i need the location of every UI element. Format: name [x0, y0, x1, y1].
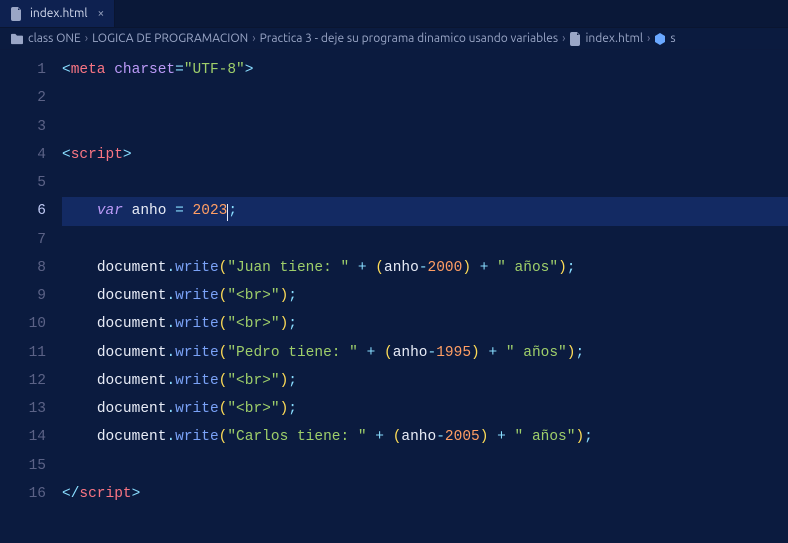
- breadcrumb-item[interactable]: index.html: [570, 32, 644, 46]
- breadcrumb-item[interactable]: s: [654, 32, 675, 45]
- chevron-right-icon: ›: [562, 32, 565, 45]
- code-line[interactable]: document.write("Carlos tiene: " + (anho-…: [62, 423, 788, 451]
- breadcrumb-label: index.html: [586, 32, 644, 45]
- code-line[interactable]: document.write("Pedro tiene: " + (anho-1…: [62, 339, 788, 367]
- code-editor[interactable]: 1 2 3 4 5 6 7 8 9 10 11 12 13 14 15 16 <…: [0, 50, 788, 543]
- code-line[interactable]: document.write("<br>");: [62, 367, 788, 395]
- code-area[interactable]: <meta charset="UTF-8"> <script> var anho…: [62, 50, 788, 543]
- breadcrumb-item[interactable]: Practica 3 - deje su programa dinamico u…: [260, 32, 559, 45]
- chevron-right-icon: ›: [85, 32, 88, 45]
- code-line[interactable]: <script>: [62, 141, 788, 169]
- line-number: 5: [0, 169, 46, 197]
- tab-index-html[interactable]: index.html ×: [0, 0, 115, 27]
- line-number: 10: [0, 310, 46, 338]
- code-line[interactable]: [62, 113, 788, 141]
- close-icon[interactable]: ×: [98, 7, 105, 20]
- code-line[interactable]: document.write("<br>");: [62, 310, 788, 338]
- breadcrumb-label: LOGICA DE PROGRAMACION: [92, 32, 248, 45]
- code-line[interactable]: [62, 226, 788, 254]
- breadcrumb-label: Practica 3 - deje su programa dinamico u…: [260, 32, 559, 45]
- line-number: 11: [0, 339, 46, 367]
- line-number: 4: [0, 141, 46, 169]
- chevron-right-icon: ›: [647, 32, 650, 45]
- breadcrumb-label: s: [670, 32, 675, 45]
- breadcrumb: class ONE › LOGICA DE PROGRAMACION › Pra…: [0, 28, 788, 50]
- file-icon: [570, 32, 582, 46]
- breadcrumb-item[interactable]: class ONE: [10, 32, 81, 45]
- line-number: 3: [0, 113, 46, 141]
- line-number: 14: [0, 423, 46, 451]
- line-number: 16: [0, 480, 46, 508]
- code-line[interactable]: document.write("Juan tiene: " + (anho-20…: [62, 254, 788, 282]
- line-number: 15: [0, 452, 46, 480]
- breadcrumb-label: class ONE: [28, 32, 81, 45]
- code-line[interactable]: [62, 84, 788, 112]
- line-number: 13: [0, 395, 46, 423]
- line-number: 9: [0, 282, 46, 310]
- code-line[interactable]: [62, 452, 788, 480]
- code-line[interactable]: var anho = 2023;: [62, 197, 788, 225]
- text-cursor: [227, 204, 228, 221]
- tab-bar: index.html ×: [0, 0, 788, 28]
- code-line[interactable]: </script>: [62, 480, 788, 508]
- breadcrumb-item[interactable]: LOGICA DE PROGRAMACION: [92, 32, 248, 45]
- line-number: 7: [0, 226, 46, 254]
- line-number: 6: [0, 197, 46, 225]
- line-number-gutter: 1 2 3 4 5 6 7 8 9 10 11 12 13 14 15 16: [0, 50, 62, 543]
- line-number: 12: [0, 367, 46, 395]
- tab-label: index.html: [30, 7, 88, 20]
- code-line[interactable]: <meta charset="UTF-8">: [62, 56, 788, 84]
- line-number: 2: [0, 84, 46, 112]
- folder-icon: [10, 33, 24, 45]
- file-icon: [10, 7, 24, 21]
- line-number: 8: [0, 254, 46, 282]
- chevron-right-icon: ›: [252, 32, 255, 45]
- line-number: 1: [0, 56, 46, 84]
- symbol-icon: [654, 33, 666, 45]
- code-line[interactable]: document.write("<br>");: [62, 282, 788, 310]
- code-line[interactable]: [62, 169, 788, 197]
- code-line[interactable]: document.write("<br>");: [62, 395, 788, 423]
